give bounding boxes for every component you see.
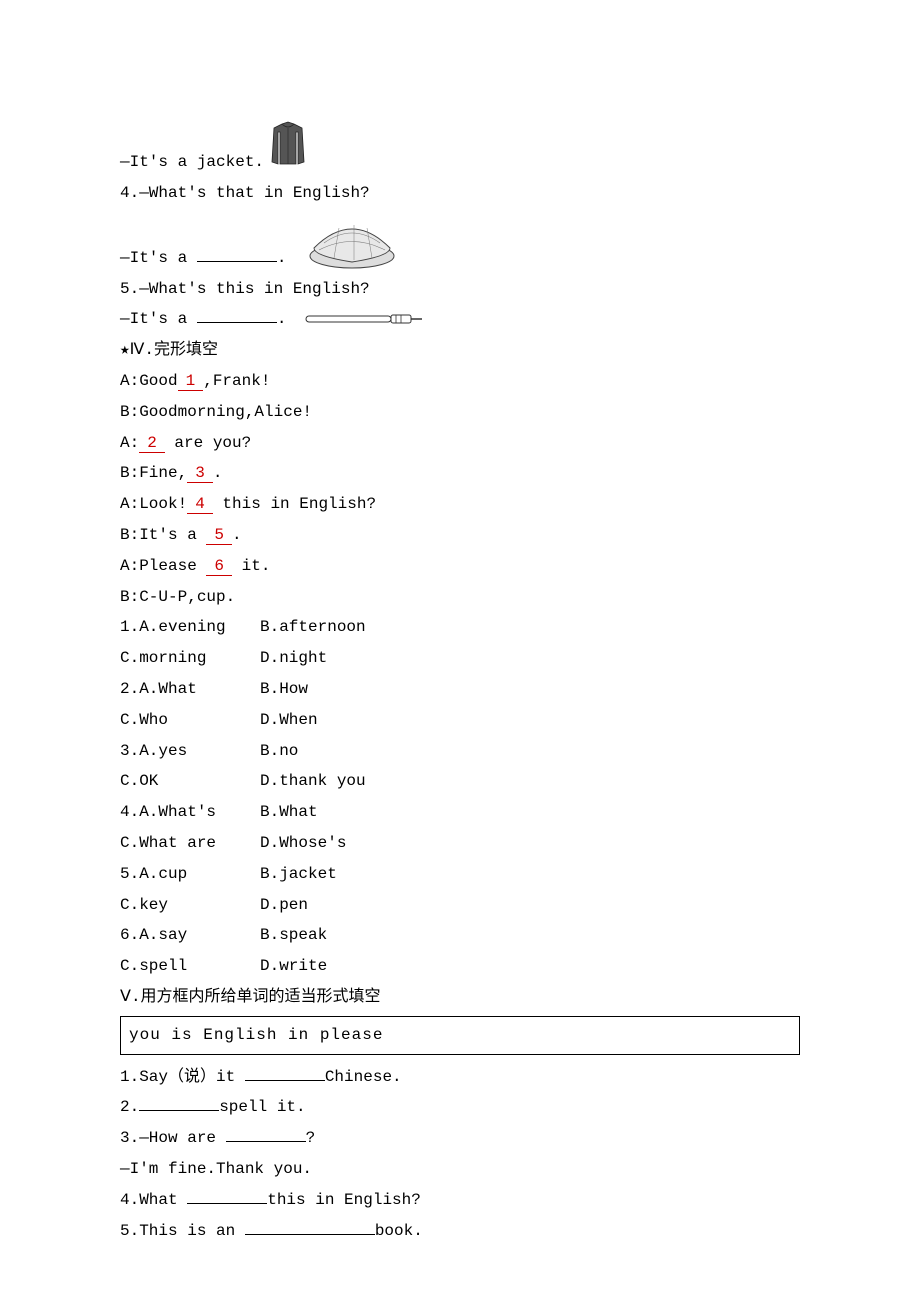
section-4-title: ★Ⅳ.完形填空 (120, 336, 800, 365)
cloze-line-3: A:2 are you? (120, 429, 800, 458)
cloze-l4a: B:Fine, (120, 464, 187, 482)
q4-blank[interactable] (197, 261, 277, 262)
fill-q4b: this in English? (267, 1191, 421, 1209)
cloze-l1b: ,Frank! (203, 372, 270, 390)
q3-answer-text: —It's a jacket. (120, 148, 264, 177)
cloze-blank-1[interactable]: 1 (178, 372, 204, 391)
fill-q3-ans: —I'm fine.Thank you. (120, 1155, 800, 1184)
fill-q2-blank[interactable] (139, 1110, 219, 1111)
fill-q4-blank[interactable] (187, 1203, 267, 1204)
q4-answer-prefix: —It's a (120, 249, 197, 267)
fill-q4a: 4.What (120, 1191, 187, 1209)
opt-4c[interactable]: C.What are (120, 829, 260, 858)
cloze-blank-4[interactable]: 4 (187, 495, 213, 514)
q4-answer: —It's a . (120, 218, 800, 273)
q5-answer: —It's a . (120, 305, 800, 334)
fill-q5-blank[interactable] (245, 1234, 375, 1235)
opt-5c[interactable]: C.key (120, 891, 260, 920)
opt-3c[interactable]: C.OK (120, 767, 260, 796)
fill-q1b: Chinese. (325, 1068, 402, 1086)
opt-1b[interactable]: B.afternoon (260, 613, 366, 642)
opt-4a[interactable]: 4.A.What's (120, 798, 260, 827)
q4-prompt: 4.—What's that in English? (120, 179, 800, 208)
q5-prompt: 5.—What's this in English? (120, 275, 800, 304)
section-5-title: Ⅴ.用方框内所给单词的适当形式填空 (120, 983, 800, 1012)
opt-6b[interactable]: B.speak (260, 921, 327, 950)
cloze-l6a: B:It's a (120, 526, 206, 544)
opt-2c[interactable]: C.Who (120, 706, 260, 735)
quilt-icon (296, 218, 399, 273)
opt-6c[interactable]: C.spell (120, 952, 260, 981)
opt-1d[interactable]: D.night (260, 644, 327, 673)
fill-q1a: 1.Say（说）it (120, 1068, 245, 1086)
cloze-line-4: B:Fine,3. (120, 459, 800, 488)
opt-5a[interactable]: 5.A.cup (120, 860, 260, 889)
fill-q2b: spell it. (219, 1098, 305, 1116)
fill-q3: 3.—How are ? (120, 1124, 800, 1153)
opt-2a[interactable]: 2.A.What (120, 675, 260, 704)
cloze-blank-2[interactable]: 2 (139, 434, 165, 453)
cloze-l3b: are you? (165, 434, 251, 452)
fill-q2: 2. spell it. (120, 1093, 800, 1122)
opt-3d[interactable]: D.thank you (260, 767, 366, 796)
cloze-blank-5[interactable]: 5 (206, 526, 232, 545)
opt-2d[interactable]: D.When (260, 706, 318, 735)
opt-5b[interactable]: B.jacket (260, 860, 337, 889)
opt-4b[interactable]: B.What (260, 798, 318, 827)
cloze-line-2: B:Goodmorning,Alice! (120, 398, 800, 427)
opt-3a[interactable]: 3.A.yes (120, 737, 260, 766)
cloze-blank-6[interactable]: 6 (206, 557, 232, 576)
fill-q1-blank[interactable] (245, 1080, 325, 1081)
cloze-options-block: 1.A.eveningB.afternoon C.morningD.night … (120, 613, 800, 981)
cloze-line-8: B:C-U-P,cup. (120, 583, 800, 612)
word-box: you is English in please (120, 1016, 800, 1055)
opt-2b[interactable]: B.How (260, 675, 308, 704)
fill-q4: 4.What this in English? (120, 1186, 800, 1215)
cloze-line-6: B:It's a 5. (120, 521, 800, 550)
pen-icon (296, 305, 424, 334)
cloze-l5b: this in English? (213, 495, 376, 513)
cloze-l4b: . (213, 464, 223, 482)
cloze-line-7: A:Please 6 it. (120, 552, 800, 581)
cloze-l7b: it. (232, 557, 270, 575)
cloze-l1a: A:Good (120, 372, 178, 390)
cloze-l6b: . (232, 526, 242, 544)
opt-4d[interactable]: D.Whose's (260, 829, 346, 858)
jacket-icon (264, 120, 308, 177)
fill-q5a: 5.This is an (120, 1222, 245, 1240)
cloze-blank-3[interactable]: 3 (187, 464, 213, 483)
cloze-l3a: A: (120, 434, 139, 452)
fill-q5b: book. (375, 1222, 423, 1240)
cloze-line-5: A:Look!4 this in English? (120, 490, 800, 519)
fill-q3b: ? (306, 1129, 316, 1147)
fill-q3-blank[interactable] (226, 1141, 306, 1142)
opt-1c[interactable]: C.morning (120, 644, 260, 673)
fill-q1: 1.Say（说）it Chinese. (120, 1063, 800, 1092)
q5-blank[interactable] (197, 322, 277, 323)
cloze-line-1: A:Good1,Frank! (120, 367, 800, 396)
opt-5d[interactable]: D.pen (260, 891, 308, 920)
opt-3b[interactable]: B.no (260, 737, 298, 766)
q5-answer-suffix: . (277, 310, 287, 328)
cloze-l5a: A:Look! (120, 495, 187, 513)
opt-6a[interactable]: 6.A.say (120, 921, 260, 950)
q4-answer-suffix: . (277, 249, 287, 267)
fill-q5: 5.This is an book. (120, 1217, 800, 1246)
cloze-l7a: A:Please (120, 557, 206, 575)
fill-q3a: 3.—How are (120, 1129, 226, 1147)
q3-answer: —It's a jacket. (120, 120, 800, 177)
opt-1a[interactable]: 1.A.evening (120, 613, 260, 642)
fill-q2a: 2. (120, 1098, 139, 1116)
q5-answer-prefix: —It's a (120, 310, 197, 328)
opt-6d[interactable]: D.write (260, 952, 327, 981)
